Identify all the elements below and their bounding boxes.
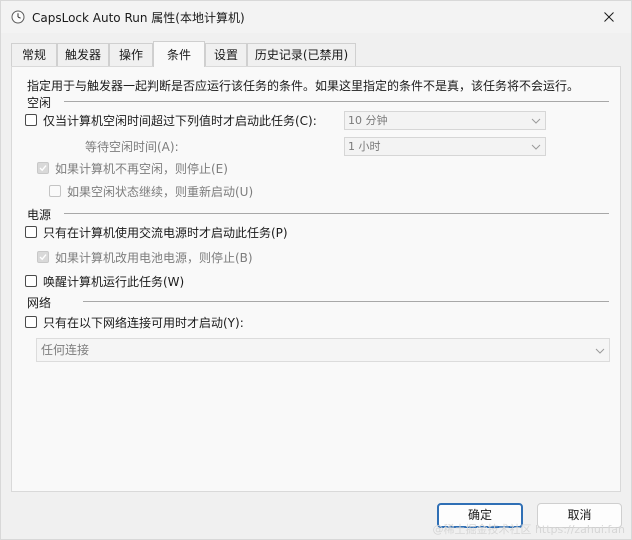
stop-if-not-idle-checkbox[interactable] [37, 162, 49, 174]
network-connection-value: 任何连接 [41, 343, 90, 357]
ac-power-only-label: 只有在计算机使用交流电源时才启动此任务(P) [43, 226, 288, 240]
power-group-label: 电源 [27, 208, 52, 222]
window-title: CapsLock Auto Run 属性(本地计算机) [32, 11, 245, 25]
close-icon [604, 12, 614, 22]
check-icon [39, 165, 47, 172]
wait-for-idle-value: 1 小时 [348, 140, 381, 153]
network-connection-combo[interactable]: 任何连接 [36, 338, 610, 362]
chevron-down-icon [531, 144, 541, 150]
stop-on-battery-label: 如果计算机改用电池电源，则停止(B) [55, 251, 253, 265]
tab-actions[interactable]: 操作 [109, 43, 153, 66]
close-button[interactable] [587, 1, 631, 33]
network-only-label: 只有在以下网络连接可用时才启动(Y): [43, 316, 244, 330]
tab-conditions[interactable]: 条件 [153, 41, 205, 67]
start-if-idle-checkbox[interactable] [25, 114, 37, 126]
title-bar: CapsLock Auto Run 属性(本地计算机) [1, 1, 631, 33]
tab-history[interactable]: 历史记录(已禁用) [247, 43, 356, 66]
wait-for-idle-label: 等待空闲时间(A): [85, 140, 179, 154]
stop-if-not-idle-label: 如果计算机不再空闲，则停止(E) [55, 162, 228, 176]
tab-settings[interactable]: 设置 [205, 43, 247, 66]
chevron-down-icon [531, 118, 541, 124]
wait-for-idle-combo[interactable]: 1 小时 [344, 137, 546, 156]
check-icon [39, 254, 47, 261]
conditions-description: 指定用于与触发器一起判断是否应运行该任务的条件。如果这里指定的条件不是真，该任务… [27, 79, 580, 93]
network-group-label: 网络 [27, 296, 52, 310]
wake-to-run-label: 唤醒计算机运行此任务(W) [43, 275, 185, 289]
wake-to-run-checkbox[interactable] [25, 275, 37, 287]
watermark: @稀土掘金技术社区 https://zahui.fan [432, 523, 625, 536]
restart-if-idle-resumes-checkbox[interactable] [49, 185, 61, 197]
restart-if-idle-resumes-label: 如果空闲状态继续，则重新启动(U) [67, 185, 254, 199]
properties-dialog: CapsLock Auto Run 属性(本地计算机) 常规 触发器 操作 条件… [0, 0, 632, 540]
idle-group-divider [64, 101, 609, 102]
chevron-down-icon [595, 348, 605, 354]
ac-power-only-checkbox[interactable] [25, 226, 37, 238]
idle-duration-value: 10 分钟 [348, 114, 388, 127]
start-if-idle-label: 仅当计算机空闲时间超过下列值时才启动此任务(C): [43, 114, 317, 128]
tab-general[interactable]: 常规 [11, 43, 57, 66]
network-only-checkbox[interactable] [25, 316, 37, 328]
idle-duration-combo[interactable]: 10 分钟 [344, 111, 546, 130]
network-group-divider [83, 301, 609, 302]
stop-on-battery-checkbox[interactable] [37, 251, 49, 263]
power-group-divider [64, 213, 609, 214]
conditions-panel: 指定用于与触发器一起判断是否应运行该任务的条件。如果这里指定的条件不是真，该任务… [11, 66, 621, 492]
clock-icon [11, 10, 25, 24]
tab-triggers[interactable]: 触发器 [57, 43, 109, 66]
idle-group-label: 空闲 [27, 96, 52, 110]
